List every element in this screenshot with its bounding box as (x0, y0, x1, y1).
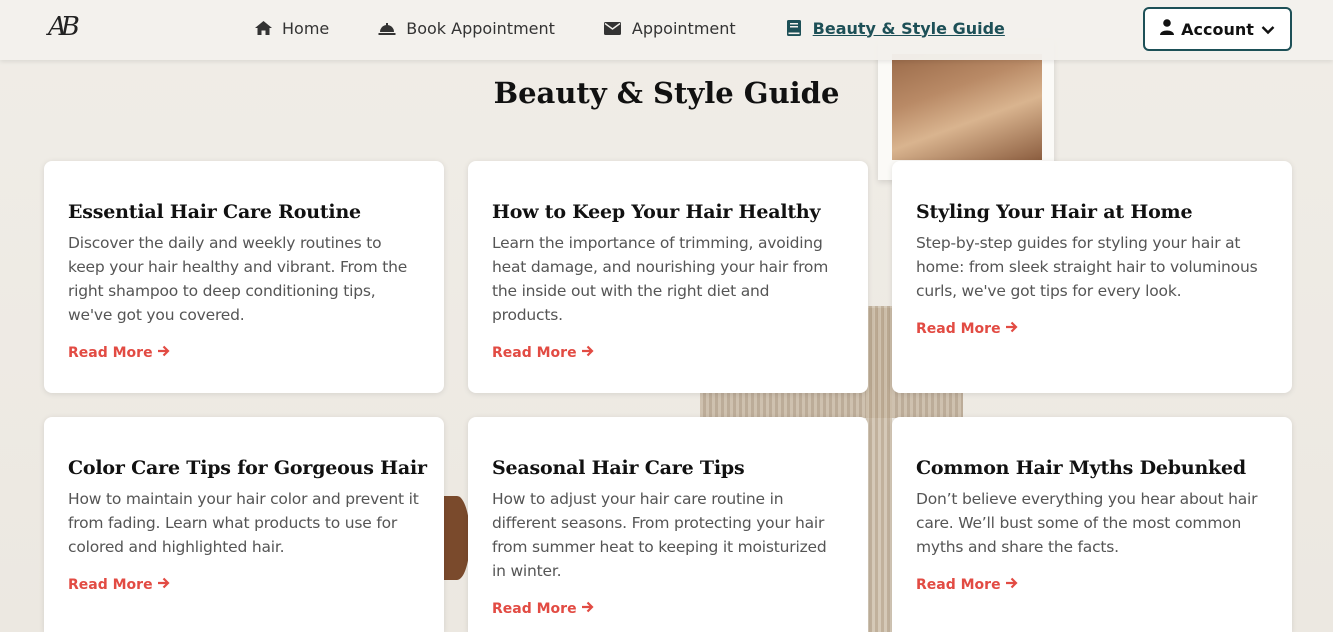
guide-card: Styling Your Hair at Home Step-by-step g… (892, 161, 1292, 393)
guide-card: Essential Hair Care Routine Discover the… (44, 161, 444, 393)
card-title: Essential Hair Care Routine (68, 201, 361, 223)
guide-card: Color Care Tips for Gorgeous Hair How to… (44, 417, 444, 632)
read-more-label: Read More (492, 345, 577, 361)
background-photo (878, 40, 1054, 180)
nav-appointment-label: Appointment (631, 18, 736, 38)
arrow-right-icon (157, 577, 170, 593)
read-more-label: Read More (492, 601, 577, 617)
nav-beauty-style-guide[interactable]: Beauty & Style Guide (784, 19, 1005, 38)
read-more-label: Read More (916, 577, 1001, 593)
nav-book-appointment[interactable]: Book Appointment (377, 19, 555, 38)
read-more-link[interactable]: Read More (492, 345, 594, 361)
background-knit-strip (866, 306, 892, 632)
account-dropdown-button[interactable]: Account (1143, 7, 1292, 51)
read-more-link[interactable]: Read More (916, 577, 1018, 593)
chevron-down-icon (1261, 20, 1275, 39)
nav-book-appointment-label: Book Appointment (406, 18, 555, 38)
read-more-link[interactable]: Read More (492, 601, 594, 617)
card-text: How to adjust your hair care routine in … (492, 490, 827, 580)
read-more-link[interactable]: Read More (68, 577, 170, 593)
book-icon (784, 19, 804, 37)
read-more-link[interactable]: Read More (68, 345, 170, 361)
guide-card: How to Keep Your Hair Healthy Learn the … (468, 161, 868, 393)
read-more-label: Read More (68, 577, 153, 593)
read-more-link[interactable]: Read More (916, 321, 1018, 337)
arrow-right-icon (581, 601, 594, 617)
nav-home-label: Home (282, 18, 330, 38)
nav-appointment[interactable]: Appointment (603, 19, 736, 38)
page-title: Beauty & Style Guide (493, 76, 840, 110)
home-icon (253, 19, 273, 37)
card-title: How to Keep Your Hair Healthy (492, 201, 821, 223)
envelope-icon (603, 19, 623, 37)
guide-card: Seasonal Hair Care Tips How to adjust yo… (468, 417, 868, 632)
arrow-right-icon (1005, 321, 1018, 337)
card-text: Step-by-step guides for styling your hai… (916, 234, 1258, 300)
background-leaf (444, 496, 470, 580)
read-more-label: Read More (916, 321, 1001, 337)
card-text: Don’t believe everything you hear about … (916, 490, 1258, 556)
main-nav: Home Book Appointment Appointment Beauty… (253, 0, 1053, 56)
card-text: Discover the daily and weekly routines t… (68, 234, 408, 324)
brand-logo[interactable]: AB (48, 12, 82, 44)
user-icon (1160, 19, 1175, 39)
account-label: Account (1181, 19, 1254, 39)
card-title: Color Care Tips for Gorgeous Hair (68, 457, 427, 479)
service-bell-icon (377, 19, 397, 37)
card-title: Seasonal Hair Care Tips (492, 457, 745, 479)
card-title: Styling Your Hair at Home (916, 201, 1193, 223)
card-title: Common Hair Myths Debunked (916, 457, 1246, 479)
arrow-right-icon (581, 345, 594, 361)
card-text: Learn the importance of trimming, avoidi… (492, 234, 829, 324)
top-navbar: AB Home Book Appointment Appointment Bea… (0, 0, 1333, 60)
read-more-label: Read More (68, 345, 153, 361)
guide-card: Common Hair Myths Debunked Don’t believe… (892, 417, 1292, 632)
nav-beauty-style-guide-label: Beauty & Style Guide (812, 18, 1005, 38)
nav-home[interactable]: Home (253, 19, 329, 38)
card-text: How to maintain your hair color and prev… (68, 490, 419, 556)
arrow-right-icon (1005, 577, 1018, 593)
arrow-right-icon (157, 345, 170, 361)
